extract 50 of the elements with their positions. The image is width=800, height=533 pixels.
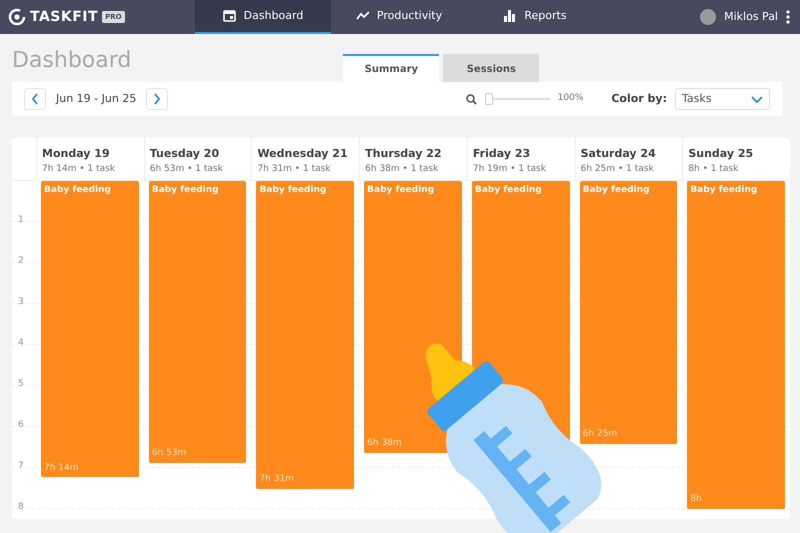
day-name: Sunday 25 [688,146,754,162]
event-duration: 8h [690,493,702,506]
search-icon [466,94,477,104]
event-duration: 7h 14m [44,462,79,475]
avatar-icon [700,9,716,25]
previous-week-button[interactable] [24,88,46,110]
color-by-dropdown[interactable]: Tasks [675,88,770,110]
chevron-down-icon [751,96,763,102]
event-title: Baby feeding [367,184,436,197]
day-summary: 7h 19m • 1 task [472,162,547,176]
day-name: Thursday 22 [365,146,443,162]
nav-tab[interactable]: Productivity [331,0,467,34]
day-summary: 6h 53m • 1 task [150,162,224,176]
day-summary: 7h 31m • 1 task [257,162,332,176]
brand-name: TASKFIT [30,8,98,26]
day-name: Tuesday 20 [150,146,220,162]
zoom-reading: 100% [558,92,584,106]
day-name: Wednesday 21 [257,146,349,162]
day-name: Friday 23 [472,146,532,162]
day-name: Saturday 24 [580,146,657,162]
day-summary: 7h 14m • 1 task [42,162,116,176]
day-summary: 6h 25m • 1 task [580,162,655,176]
nav-tab[interactable]: Reports [467,0,603,34]
user-name[interactable]: Miklos Pal [724,8,778,26]
logo-icon [8,8,26,26]
event-title: Baby feeding [152,184,220,197]
bar-chart-icon [503,9,516,23]
event-title: Baby feeding [44,184,112,197]
chevron-right-icon [153,93,162,105]
page-title: Dashboard [11,47,132,75]
more-menu-icon [786,10,790,24]
event-duration: 6h 38m [367,437,402,450]
view-tab[interactable]: Summary [343,54,440,82]
event-title: Baby feeding [690,184,758,197]
nav-tab[interactable]: Dashboard [195,0,331,34]
chevron-left-icon [31,93,39,105]
event-duration: 6h 53m [152,447,186,460]
day-summary: 6h 38m • 1 task [365,162,440,176]
event-title: Baby feeding [474,184,543,197]
date-range: Jun 19 - Jun 25 [56,90,136,107]
event-duration: 6h 25m [582,428,618,442]
event-duration: 7h 31m [259,473,294,486]
day-summary: 8h • 1 task [688,162,740,176]
view-tab[interactable]: Sessions [443,54,540,82]
color-by-label: Color by: [611,90,667,107]
next-week-button[interactable] [146,88,168,110]
event-title: Baby feeding [582,184,650,197]
event-title: Baby feeding [259,184,328,197]
calendar-icon [222,9,236,23]
day-name: Monday 19 [42,146,111,162]
